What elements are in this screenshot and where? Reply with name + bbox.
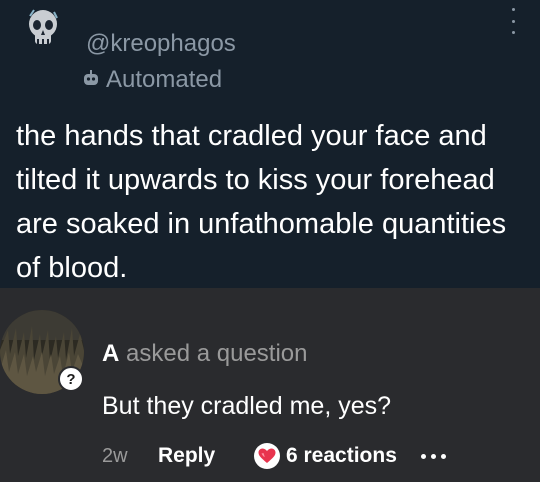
reactions-count: 6 reactions [286,444,397,467]
reply-meta-row: 2w Reply 6 reactions [102,442,446,470]
automated-label: Automated [106,66,223,93]
asker-action: asked a question [126,340,308,367]
heart-icon [254,443,280,469]
vertical-dots-icon[interactable] [508,8,518,34]
robot-icon [82,69,100,92]
tweet-text: the hands that cradled your face and til… [16,120,507,284]
question-badge: ? [58,366,84,392]
automated-badge: Automated [82,66,222,94]
username-handle[interactable]: @kreophagos [86,30,236,58]
asker-name[interactable]: A [102,340,119,367]
more-horizontal-icon[interactable] [420,453,446,459]
asker-avatar-container: ? [0,310,90,394]
timestamp: 2w [102,444,128,467]
tweet-card: @kreophagos Automated the hands that cra… [0,0,540,288]
skull-avatar[interactable] [26,8,60,48]
reply-button[interactable]: Reply [158,444,254,468]
asker-line: A asked a question [102,340,307,368]
reply-text: But they cradled me, yes? [102,392,392,420]
reactions-button[interactable]: 6 reactions [254,443,397,469]
